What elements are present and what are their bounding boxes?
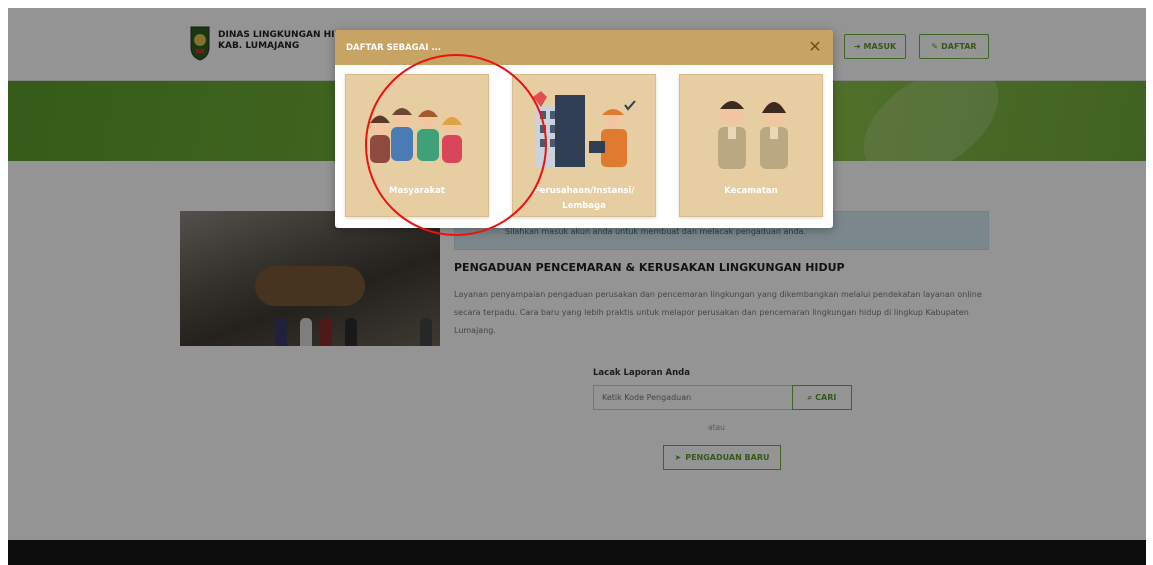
option-perusahaan[interactable]: Perusahaan/Instansi/ Lembaga (512, 74, 656, 217)
officials-illustration (718, 101, 788, 169)
modal-title: DAFTAR SEBAGAI ... (346, 42, 442, 53)
footer (8, 540, 1146, 565)
option-label: Perusahaan/Instansi/ Lembaga (533, 186, 635, 211)
option-masyarakat[interactable]: Masyarakat (345, 74, 489, 217)
modal-header: DAFTAR SEBAGAI ... ✕ (335, 30, 833, 65)
option-label: Masyarakat (389, 186, 445, 196)
option-kecamatan[interactable]: Kecamatan (679, 74, 823, 217)
community-illustration (370, 107, 462, 163)
option-label: Kecamatan (724, 186, 778, 196)
register-modal: DAFTAR SEBAGAI ... ✕ Masyarakat Perusaha… (335, 30, 833, 228)
register-options: Masyarakat Perusahaan/Instansi/ Lembaga (335, 65, 833, 228)
company-illustration (533, 91, 636, 167)
close-icon[interactable]: ✕ (805, 38, 825, 58)
